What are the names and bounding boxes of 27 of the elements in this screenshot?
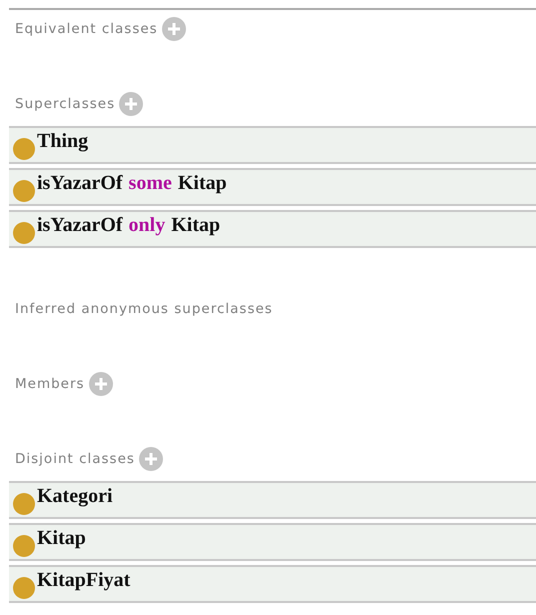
- class-row[interactable]: isYazarOf some Kitap: [9, 168, 536, 206]
- class-icon: [13, 535, 35, 557]
- class-row[interactable]: isYazarOf only Kitap: [9, 210, 536, 248]
- class-expression: Kategori: [37, 484, 113, 509]
- add-icon[interactable]: [138, 447, 163, 471]
- class-expression: isYazarOf some Kitap: [37, 171, 227, 196]
- class-row[interactable]: Kategori: [9, 481, 536, 519]
- add-icon[interactable]: [119, 92, 144, 116]
- class-row[interactable]: Kitap: [9, 523, 536, 561]
- class-icon: [13, 180, 35, 202]
- class-expression: isYazarOf only Kitap: [37, 213, 220, 238]
- class-expression: Kitap: [37, 526, 86, 551]
- class-row[interactable]: KitapFiyat: [9, 565, 536, 603]
- section-title: Equivalent classes: [15, 21, 158, 37]
- add-icon[interactable]: [88, 372, 113, 396]
- class-icon: [13, 138, 35, 160]
- section-title: Inferred anonymous superclasses: [15, 301, 273, 317]
- section-title: Superclasses: [15, 96, 116, 112]
- add-icon[interactable]: [162, 17, 186, 41]
- section-title: Members: [15, 376, 85, 392]
- class-expression: Thing: [37, 129, 88, 154]
- class-icon: [13, 222, 35, 244]
- class-row[interactable]: Thing: [9, 126, 536, 164]
- section-title: Disjoint classes: [15, 451, 135, 467]
- class-expression: KitapFiyat: [37, 568, 130, 593]
- class-icon: [13, 577, 35, 599]
- class-icon: [13, 493, 35, 515]
